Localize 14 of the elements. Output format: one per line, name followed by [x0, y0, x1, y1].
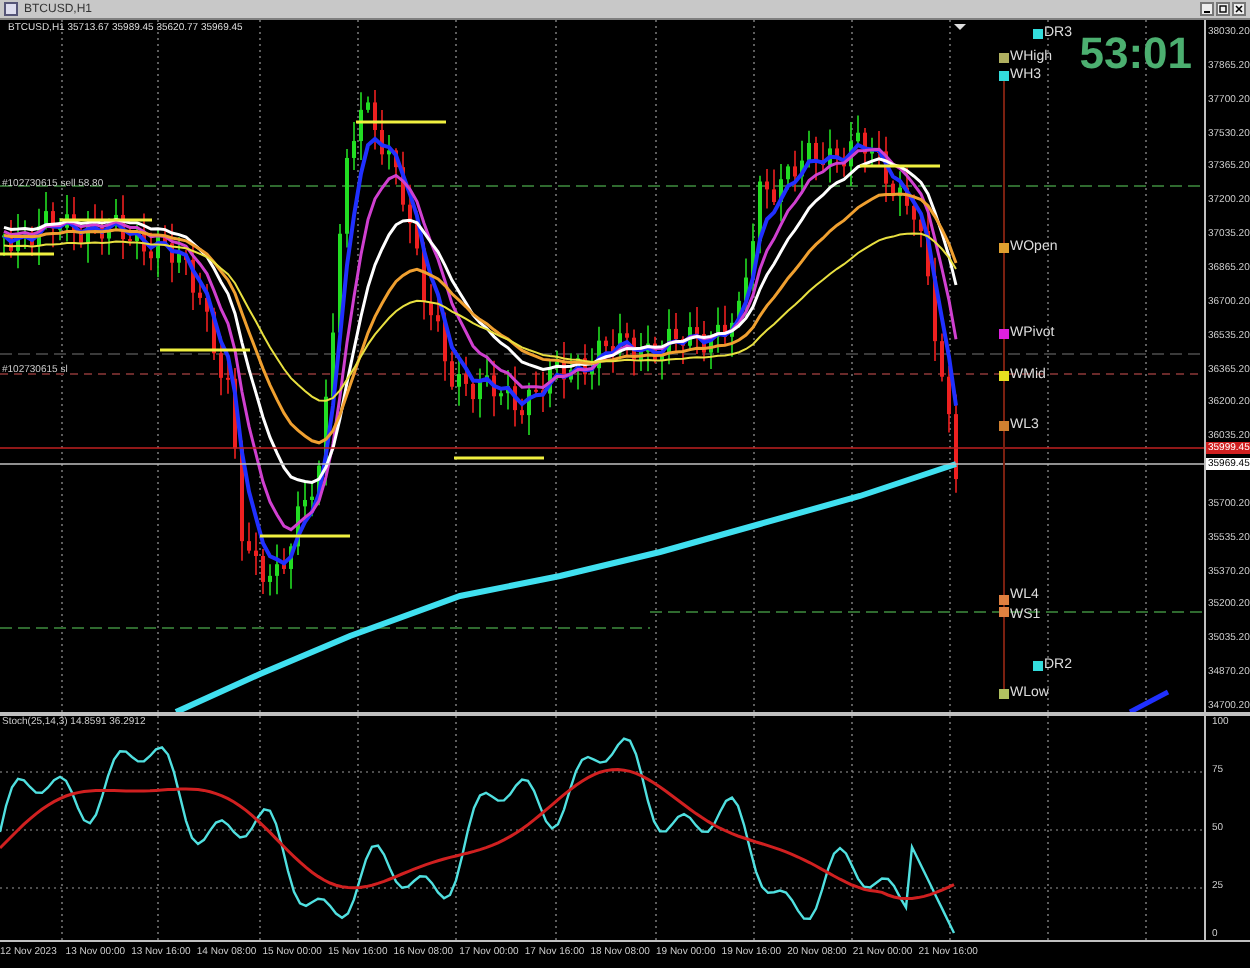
- candle-timer: 53:01: [1079, 32, 1192, 76]
- price-level-line: [454, 456, 544, 460]
- price-level-line: [60, 218, 152, 222]
- moving-average-line: [1128, 689, 1170, 712]
- minimize-icon[interactable]: [1200, 2, 1214, 16]
- price-level-line: [860, 164, 940, 168]
- shift-marker-icon: [954, 24, 966, 30]
- price-level-line: [356, 120, 446, 124]
- maximize-icon[interactable]: [1216, 2, 1230, 16]
- close-icon[interactable]: [1232, 2, 1246, 16]
- price-level-line: [160, 348, 250, 352]
- price-level-line: [260, 534, 350, 538]
- chart-window-icon: [4, 2, 18, 16]
- price-level-line: [0, 252, 54, 256]
